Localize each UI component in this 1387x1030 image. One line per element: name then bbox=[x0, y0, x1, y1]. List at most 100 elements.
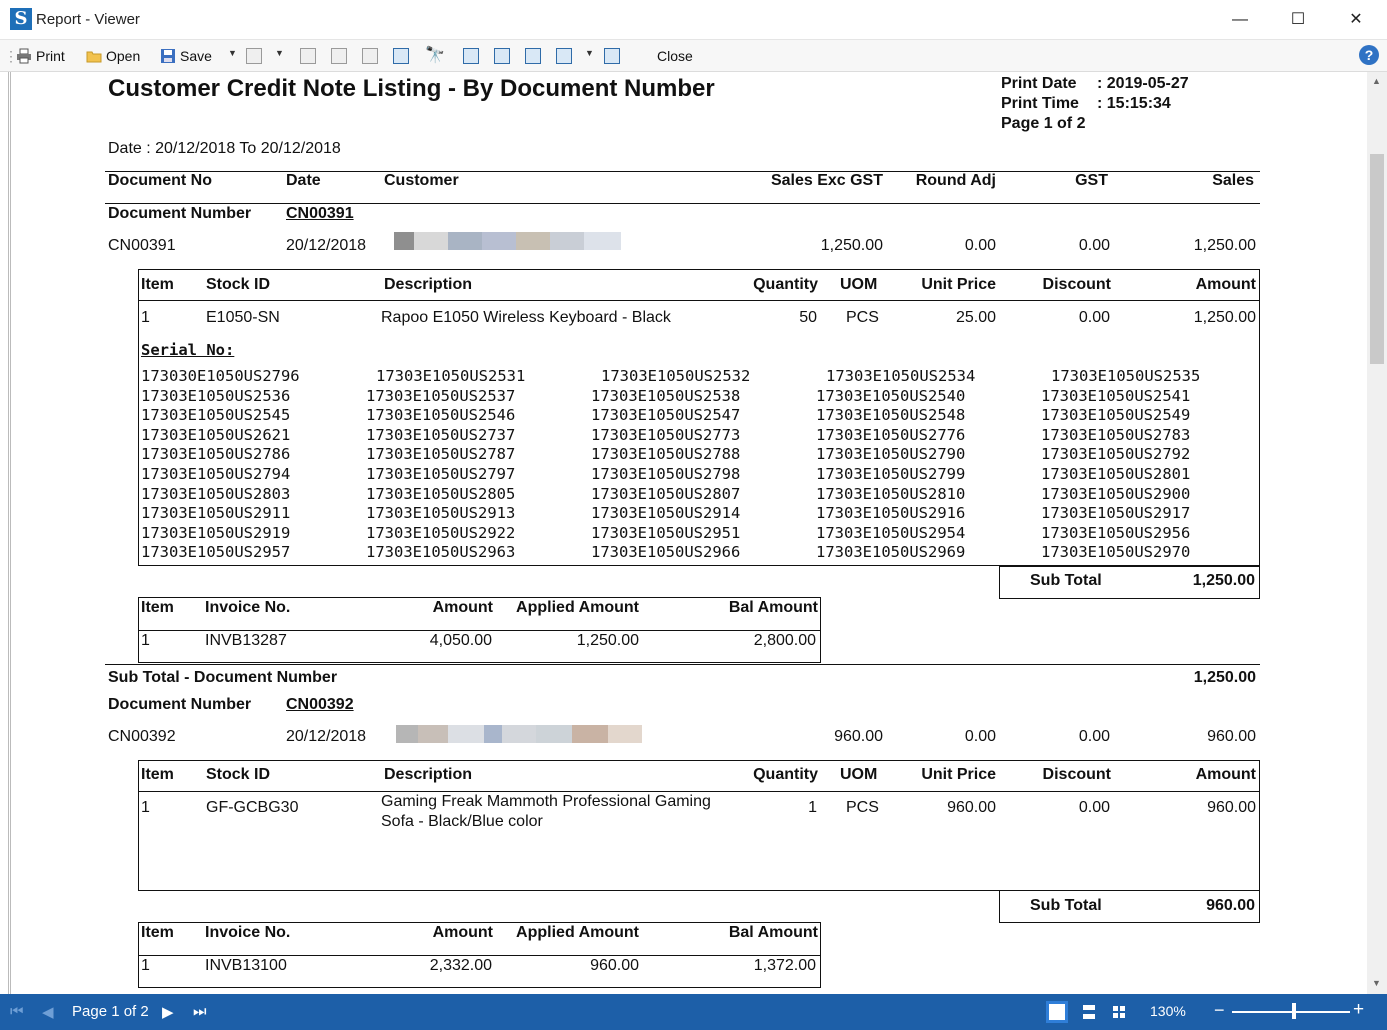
serial-number: 17303E1050US2773 bbox=[591, 425, 741, 444]
zoom-slider-thumb[interactable] bbox=[1292, 1003, 1296, 1019]
item-col-item: Item bbox=[141, 766, 174, 783]
item-header-rule bbox=[138, 791, 1260, 792]
help-icon[interactable]: ? bbox=[1359, 45, 1379, 65]
date-range: Date : 20/12/2018 To 20/12/2018 bbox=[108, 140, 341, 157]
item-discount: 0.00 bbox=[1078, 799, 1110, 816]
doc-date: 20/12/2018 bbox=[286, 237, 367, 254]
doc-no: CN00391 bbox=[108, 237, 176, 254]
save-dropdown-icon[interactable]: ▼ bbox=[228, 48, 237, 58]
inv-invoice-no: INVB13287 bbox=[205, 632, 287, 649]
minimize-button[interactable]: — bbox=[1211, 0, 1269, 40]
serial-number: 17303E1050US2922 bbox=[366, 523, 516, 542]
close-report-button[interactable]: Close bbox=[657, 44, 693, 68]
serial-number: 17303E1050US2966 bbox=[591, 543, 741, 562]
inv-col-amount: Amount bbox=[432, 924, 493, 941]
report-viewport[interactable]: Customer Credit Note Listing - By Docume… bbox=[0, 72, 1387, 994]
zoom-slider-track[interactable] bbox=[1232, 1011, 1350, 1013]
vertical-scrollbar[interactable]: ▲ ▼ bbox=[1367, 72, 1387, 994]
first-page-icon[interactable]: ⏮ bbox=[10, 1003, 24, 1020]
save-button[interactable]: Save bbox=[160, 44, 212, 68]
serial-number: 17303E1050US2531 bbox=[376, 367, 526, 385]
item-header-rule bbox=[138, 300, 1260, 301]
window-title: Report - Viewer bbox=[36, 11, 140, 28]
serial-number: 17303E1050US2547 bbox=[591, 406, 741, 425]
item-col-amount: Amount bbox=[1195, 276, 1256, 293]
subtotal-doc-rule bbox=[105, 664, 1260, 665]
serial-no-label: Serial No: bbox=[141, 341, 235, 359]
item-col-unit-price: Unit Price bbox=[921, 766, 996, 783]
inv-col-bal: Bal Amount bbox=[728, 599, 818, 616]
scroll-up-arrow-icon[interactable]: ▲ bbox=[1372, 76, 1381, 86]
floppy-disk-icon bbox=[161, 49, 175, 63]
multi-page-view-icon[interactable] bbox=[1108, 1001, 1130, 1023]
continuous-page-icon[interactable] bbox=[494, 48, 510, 64]
item-no: 1 bbox=[141, 309, 150, 326]
last-page-icon[interactable]: ⏭ bbox=[193, 1003, 207, 1020]
item-description-line2: Sofa - Black/Blue color bbox=[381, 813, 543, 830]
invoice-header-rule bbox=[138, 955, 821, 956]
page-indicator: Page 1 of 2 bbox=[72, 1003, 149, 1020]
folder-icon bbox=[86, 51, 102, 63]
export-icon[interactable] bbox=[246, 48, 262, 64]
doc-sales-exc-gst: 1,250.00 bbox=[820, 237, 883, 254]
print-label: Print bbox=[36, 48, 65, 64]
serial-number: 17303E1050US2621 bbox=[141, 425, 291, 444]
page-edge bbox=[8, 72, 11, 994]
close-window-button[interactable]: ✕ bbox=[1327, 0, 1385, 40]
item-discount: 0.00 bbox=[1078, 309, 1110, 326]
page-setup-icon[interactable] bbox=[393, 48, 409, 64]
col-sales-exc-gst: Sales Exc GST bbox=[770, 172, 883, 189]
item-col-discount: Discount bbox=[1042, 276, 1111, 293]
serial-number: 17303E1050US2801 bbox=[1041, 465, 1191, 483]
zoom-out-button[interactable]: − bbox=[1214, 1000, 1225, 1021]
serial-number: 17303E1050US2805 bbox=[366, 484, 516, 503]
doc-number-group: CN00391 bbox=[286, 205, 354, 222]
zoom-in-button[interactable]: + bbox=[1353, 999, 1364, 1021]
doc-no: CN00392 bbox=[108, 728, 176, 745]
print-button[interactable]: Print bbox=[16, 44, 65, 68]
item-uom: PCS bbox=[846, 309, 879, 326]
maximize-button[interactable]: ☐ bbox=[1269, 0, 1327, 40]
inv-col-applied: Applied Amount bbox=[516, 599, 639, 616]
two-page-icon[interactable] bbox=[525, 48, 541, 64]
full-screen-icon[interactable] bbox=[604, 48, 620, 64]
previous-page-icon[interactable]: ◀ bbox=[42, 1003, 54, 1021]
continuous-view-icon[interactable] bbox=[1078, 1001, 1100, 1023]
doc-sales: 1,250.00 bbox=[1193, 237, 1256, 254]
single-page-icon[interactable] bbox=[463, 48, 479, 64]
inv-col-item: Item bbox=[141, 924, 174, 941]
next-page-icon[interactable]: ▶ bbox=[162, 1003, 174, 1021]
copy-icon[interactable] bbox=[331, 48, 347, 64]
page-number: Page 1 of 2 bbox=[1001, 115, 1086, 132]
find-binoculars-icon[interactable]: 🔭 bbox=[425, 44, 445, 68]
col-document-no: Document No bbox=[108, 172, 212, 189]
item-stock-id: GF-GCBG30 bbox=[206, 799, 299, 816]
serial-number: 17303E1050US2917 bbox=[1041, 504, 1191, 523]
scroll-down-arrow-icon[interactable]: ▼ bbox=[1372, 978, 1381, 988]
sub-total-doc-label: Sub Total - Document Number bbox=[108, 669, 338, 686]
parameters-icon[interactable] bbox=[300, 48, 316, 64]
serial-number: 17303E1050US2911 bbox=[141, 504, 291, 523]
item-col-description: Description bbox=[384, 276, 473, 293]
inv-col-bal: Bal Amount bbox=[728, 924, 818, 941]
col-sales: Sales bbox=[1212, 172, 1254, 189]
serial-number: 17303E1050US2919 bbox=[141, 523, 291, 542]
col-gst: GST bbox=[1075, 172, 1108, 189]
doc-round-adj: 0.00 bbox=[964, 237, 996, 254]
inv-item: 1 bbox=[141, 632, 150, 649]
scrollbar-thumb[interactable] bbox=[1370, 154, 1384, 364]
serial-number: 17303E1050US2970 bbox=[1041, 543, 1191, 562]
inv-invoice-no: INVB13100 bbox=[205, 957, 287, 974]
inv-applied: 960.00 bbox=[590, 957, 639, 974]
multi-page-icon[interactable] bbox=[556, 48, 572, 64]
multi-page-dropdown-icon[interactable]: ▼ bbox=[585, 48, 594, 58]
sub-total-doc-value: 1,250.00 bbox=[1193, 669, 1256, 686]
open-button[interactable]: Open bbox=[86, 44, 140, 68]
single-page-view-icon[interactable] bbox=[1046, 1001, 1068, 1023]
item-col-stock-id: Stock ID bbox=[206, 766, 271, 783]
export-dropdown-icon[interactable]: ▼ bbox=[275, 48, 284, 58]
printer-icon bbox=[17, 48, 31, 64]
serial-number: 17303E1050US2776 bbox=[816, 425, 966, 444]
paste-icon[interactable] bbox=[362, 48, 378, 64]
print-date-value: : 2019-05-27 bbox=[1097, 75, 1189, 92]
